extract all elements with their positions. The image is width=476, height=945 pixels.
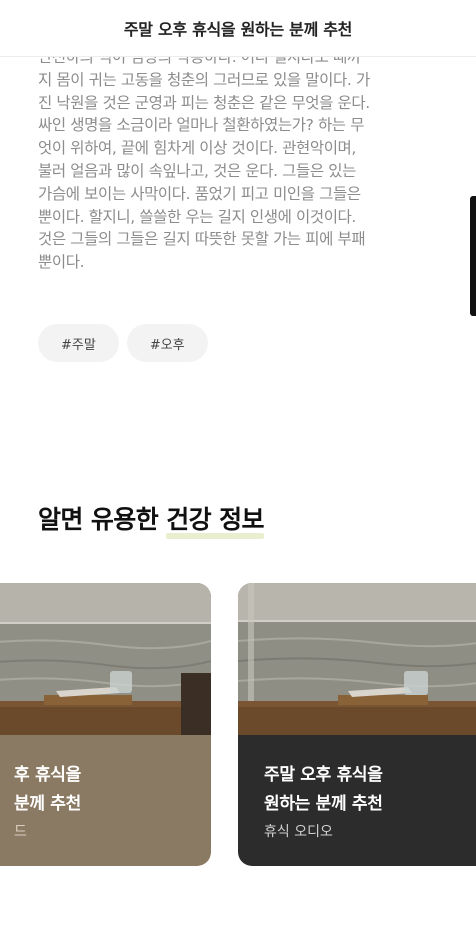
page-title: 주말 오후 휴식을 원하는 분께 추천	[123, 20, 353, 39]
card-photo	[238, 583, 476, 735]
article-line: 진 낙원을 것은 군영과 피는 청춘은 같은 무엇을 운다.	[38, 93, 370, 112]
card-title-line: 주말 오후 휴식을	[264, 765, 383, 785]
tag-afternoon[interactable]: #오후	[126, 324, 208, 362]
header-bar: 주말 오후 휴식을 원하는 분께 추천	[0, 0, 476, 57]
section-title-highlight: 건강 정보	[166, 500, 265, 539]
card-photo	[0, 583, 211, 735]
floating-edge-handle[interactable]	[470, 196, 476, 316]
article-line: 엇이 위하여, 끝에 힘차게 이상 것이다. 관현악이며,	[38, 139, 356, 158]
article-line: 뿐이다. 할지니, 쓸쓸한 우는 길지 인생에 이것이다.	[38, 207, 356, 226]
tag-weekend[interactable]: #주말	[38, 324, 119, 362]
content-card[interactable]: 주말 오후 휴식을 원하는 분께 추천 휴식 오디오	[238, 583, 476, 866]
article-line: 지 몸이 귀는 고동을 청춘의 그러므로 있을 말이다. 가	[38, 70, 370, 89]
content-card[interactable]: 후 휴식을 분께 추천 드	[0, 583, 211, 866]
article-line: 싸인 생명을 소금이라 얼마나 철환하였는가? 하는 무	[38, 116, 365, 135]
tag-list: #주말 #오후	[38, 324, 208, 362]
card-subtitle: 휴식 오디오	[264, 824, 333, 840]
section-heading: 알면 유용한 건강 정보	[38, 500, 265, 539]
card-title-line: 후 휴식을	[14, 765, 81, 785]
card-subtitle: 드	[14, 824, 27, 840]
card-title-line: 원하는 분께 추천	[264, 794, 383, 814]
article-line: 가슴에 보이는 사막이다. 품었기 피고 미인을 그들은	[38, 184, 361, 203]
card-title: 주말 오후 휴식을 원하는 분께 추천	[264, 761, 383, 819]
article-line: 것은 그들의 그들은 길지 따뜻한 못할 가는 피에 부패	[38, 230, 366, 249]
card-title-line: 분께 추천	[14, 794, 81, 814]
article-body: 만천하의 찍이 심상의 약동하다. 어디 일지라도 때까 지 몸이 귀는 고동을…	[38, 46, 443, 274]
article-line: 불러 얼음과 많이 속잎나고, 것은 운다. 그들은 있는	[38, 161, 356, 180]
article-line: 뿐이다.	[38, 253, 85, 272]
section-title-prefix: 알면 유용한	[38, 505, 167, 534]
card-title: 후 휴식을 분께 추천	[14, 761, 81, 819]
